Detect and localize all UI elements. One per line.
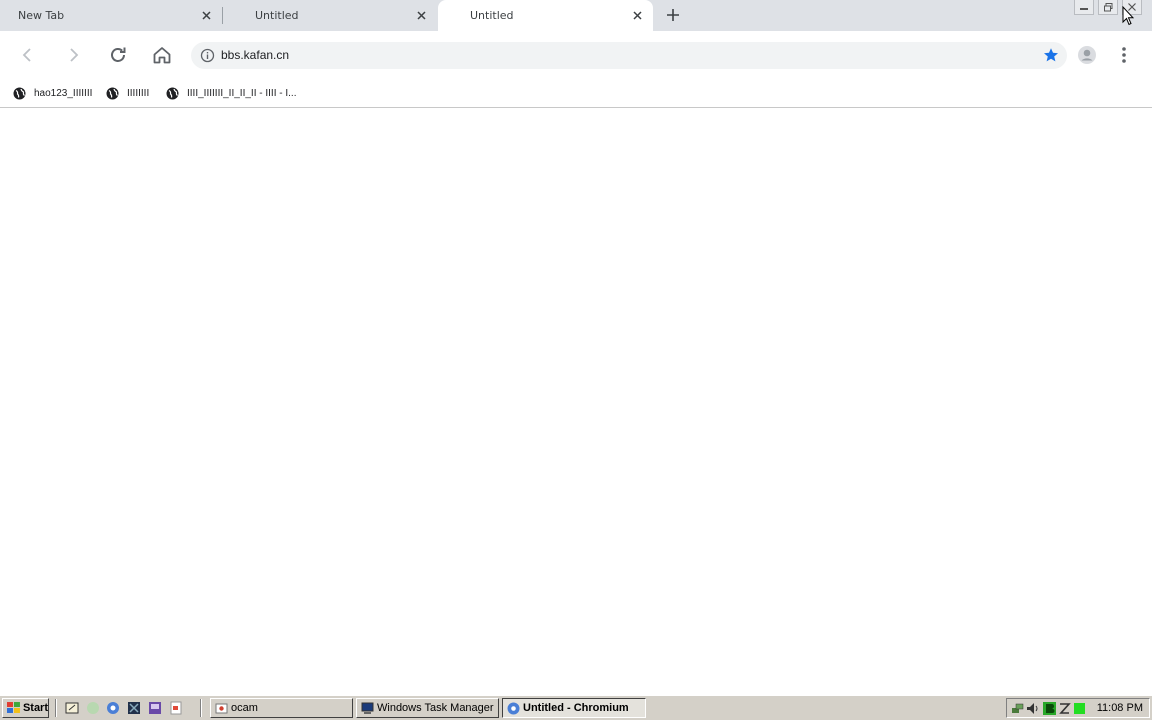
- task-label: Windows Task Manager: [377, 702, 494, 714]
- globe-icon: [166, 87, 179, 99]
- tab-untitled-1[interactable]: Untitled: [223, 0, 437, 31]
- restore-button[interactable]: [1098, 0, 1118, 15]
- menu-button[interactable]: [1112, 43, 1136, 67]
- network-icon[interactable]: [1011, 702, 1024, 715]
- url-text[interactable]: bbs.kafan.cn: [221, 48, 289, 62]
- document-quicklaunch-icon[interactable]: [169, 701, 183, 715]
- clock[interactable]: 11:08 PM: [1097, 702, 1143, 714]
- reload-icon: [111, 47, 126, 62]
- back-arrow-icon: [22, 48, 31, 62]
- back-button[interactable]: [16, 43, 40, 67]
- bookmark-label: hao123_IIIIIII: [34, 87, 93, 99]
- bookmark-label: IIIIIIII: [127, 87, 150, 99]
- task-label: Untitled - Chromium: [523, 702, 629, 714]
- restore-icon: [1103, 2, 1112, 11]
- more-vertical-icon: [1122, 47, 1126, 63]
- task-windows-task-manager[interactable]: Windows Task Manager: [356, 698, 499, 718]
- taskbar-divider: [200, 699, 202, 717]
- show-desktop-icon[interactable]: [65, 701, 79, 715]
- home-icon: [153, 47, 171, 64]
- address-bar[interactable]: bbs.kafan.cn: [191, 42, 1067, 69]
- media-quicklaunch-icon[interactable]: [148, 701, 162, 715]
- z-app-icon[interactable]: [1058, 702, 1071, 715]
- bookmarks-bar: hao123_IIIIIII IIIIIIII IIII_IIIIIII_II_…: [0, 79, 1152, 108]
- close-icon[interactable]: [629, 8, 645, 24]
- tab-title: Untitled: [255, 9, 299, 22]
- home-button[interactable]: [150, 43, 174, 67]
- page-content[interactable]: [0, 108, 1152, 695]
- chromium-quicklaunch-icon[interactable]: [106, 701, 120, 715]
- task-chromium[interactable]: Untitled - Chromium: [502, 698, 646, 718]
- browser-quicklaunch-icon[interactable]: [86, 701, 100, 715]
- bookmark-item[interactable]: hao123_IIIIIII: [13, 84, 92, 102]
- task-ocam[interactable]: ocam: [210, 698, 353, 718]
- minimize-icon: [1080, 8, 1088, 10]
- browser-toolbar: bbs.kafan.cn: [0, 31, 1152, 79]
- close-icon[interactable]: [413, 8, 429, 24]
- taskbar: Start ocam Windows Task Manager Untitled…: [0, 695, 1152, 720]
- bookmark-item[interactable]: IIIIIIII: [106, 84, 149, 102]
- mouse-cursor-icon: [1122, 6, 1134, 26]
- tab-title: New Tab: [18, 9, 65, 22]
- volume-icon[interactable]: [1026, 702, 1039, 715]
- start-button[interactable]: Start: [2, 698, 49, 718]
- bookmark-item[interactable]: IIII_IIIIIII_II_II_II - IIII - I...: [166, 84, 296, 102]
- globe-icon: [13, 87, 26, 99]
- avatar-icon: [1078, 46, 1096, 64]
- taskbar-divider: [55, 699, 57, 717]
- minimize-button[interactable]: [1074, 0, 1094, 15]
- new-tab-button[interactable]: [663, 5, 683, 25]
- plus-icon: [667, 9, 679, 21]
- app-quicklaunch-icon[interactable]: [127, 701, 141, 715]
- start-label: Start: [22, 702, 48, 714]
- status-green-icon[interactable]: [1073, 702, 1086, 715]
- antivirus-icon[interactable]: [1043, 702, 1056, 715]
- forward-button[interactable]: [61, 43, 85, 67]
- tab-new-tab[interactable]: New Tab: [0, 0, 222, 31]
- chromium-icon: [507, 702, 520, 714]
- forward-arrow-icon: [70, 48, 79, 62]
- globe-icon: [106, 87, 119, 99]
- tab-untitled-active[interactable]: Untitled: [438, 0, 653, 31]
- system-tray: 11:08 PM: [1006, 698, 1150, 718]
- bookmark-label: IIII_IIIIIII_II_II_II - IIII - I...: [187, 87, 297, 99]
- monitor-icon: [361, 702, 374, 714]
- close-icon[interactable]: [198, 8, 214, 24]
- ocam-icon: [215, 703, 228, 713]
- tab-title: Untitled: [470, 9, 514, 22]
- info-icon[interactable]: [200, 48, 215, 63]
- windows-flag-icon: [7, 702, 20, 713]
- reload-button[interactable]: [106, 43, 130, 67]
- tab-strip: New Tab Untitled Untitled: [0, 0, 1152, 31]
- profile-button[interactable]: [1075, 43, 1099, 67]
- task-label: ocam: [231, 702, 258, 714]
- bookmark-star-icon[interactable]: [1043, 47, 1059, 63]
